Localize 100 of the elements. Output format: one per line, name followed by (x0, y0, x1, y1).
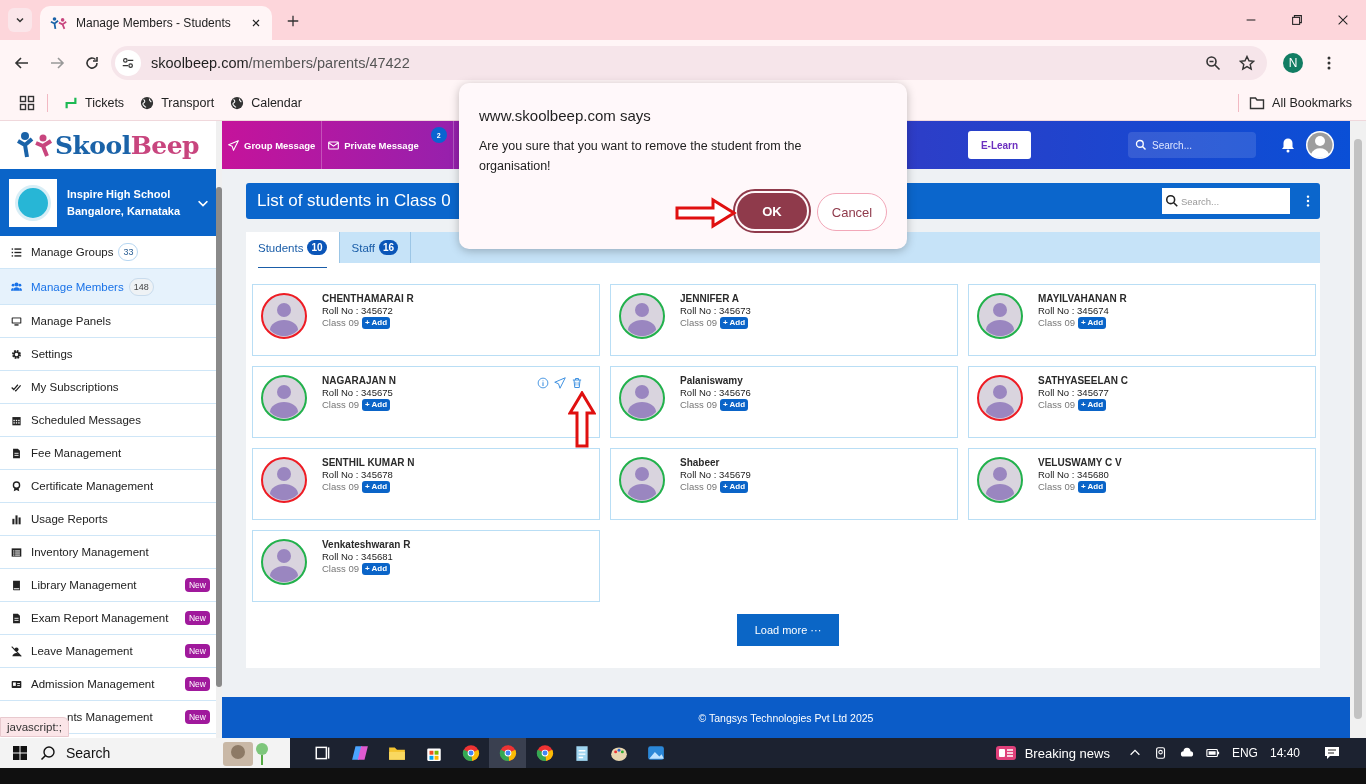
address-bar[interactable]: skoolbeep.com/members/parents/47422 (111, 46, 1268, 80)
roll-number: Roll No : 345680 (1038, 469, 1110, 480)
class-label: Class 09 (322, 316, 359, 329)
forward-icon[interactable] (49, 55, 65, 71)
footer-text: © Tangsys Technologies Pvt Ltd 2025 (222, 697, 1350, 738)
sidebar-item[interactable]: Manage Members 148 (0, 269, 216, 305)
dialog-message: Are you sure that you want to remove the student from the organisation! (479, 138, 803, 175)
more-icon[interactable] (1304, 194, 1312, 208)
document-icon (11, 612, 22, 624)
add-button[interactable]: + Add (361, 316, 391, 329)
status-tooltip: javascript:; (0, 717, 69, 737)
count-badge: 10 (307, 240, 327, 255)
add-button[interactable]: + Add (361, 480, 391, 493)
student-name: SATHYASEELAN C (1038, 375, 1128, 387)
bell-icon[interactable] (1280, 137, 1296, 153)
profile-avatar[interactable]: N (1283, 53, 1303, 73)
student-card[interactable]: Venkateshwaran R Roll No : 345681 Class 09 + Add (252, 530, 600, 602)
browser-tab[interactable]: Manage Members - Students (40, 6, 272, 40)
sidebar-item[interactable]: Admission Management New (0, 668, 216, 701)
news-icon (994, 745, 1017, 761)
tab[interactable]: Staff 16 (339, 232, 412, 263)
sidebar-item[interactable]: Library Management New (0, 569, 216, 602)
new-badge: New (185, 578, 210, 592)
add-button[interactable]: + Add (719, 398, 749, 411)
class-label: Class 09 (322, 398, 359, 411)
page-title: List of students in Class 0 (257, 191, 451, 211)
sidebar-item[interactable]: Leave Management New (0, 635, 216, 668)
add-button[interactable]: + Add (361, 398, 391, 411)
people-icon (11, 281, 22, 292)
folder-icon[interactable] (387, 744, 406, 762)
student-card[interactable]: JENNIFER A Roll No : 345673 Class 09 + Add (610, 284, 958, 356)
student-card[interactable]: VELUSWAMY C V Roll No : 345680 Class 09 + Add (968, 448, 1316, 520)
zoom-icon[interactable] (1205, 55, 1222, 71)
browser-icon[interactable] (498, 744, 517, 762)
star-icon[interactable] (1239, 55, 1256, 71)
class-label: Class 09 (322, 480, 359, 493)
browser-icon[interactable] (535, 744, 554, 762)
palette-icon[interactable] (609, 744, 628, 762)
camera-icon[interactable] (1153, 746, 1168, 760)
class-label: Class 09 (322, 562, 359, 575)
photos-icon[interactable] (646, 744, 665, 762)
trash-icon[interactable] (571, 377, 583, 389)
clock[interactable]: 14:40 (1269, 746, 1300, 760)
mail-icon (328, 139, 340, 151)
send-icon[interactable] (554, 377, 566, 389)
back-icon[interactable] (14, 55, 30, 71)
bookmark[interactable]: Calendar (230, 96, 302, 110)
logo-icon (50, 15, 68, 31)
close-icon[interactable] (250, 17, 262, 29)
add-button[interactable]: + Add (1077, 398, 1107, 411)
cloud-icon[interactable] (1179, 746, 1194, 760)
add-button[interactable]: + Add (719, 316, 749, 329)
student-name: JENNIFER A (680, 293, 741, 305)
news-widget[interactable]: Breaking news (994, 745, 1110, 761)
copilot-icon[interactable] (350, 744, 369, 762)
class-label: Class 09 (1038, 316, 1075, 329)
cancel-button[interactable]: Cancel (817, 193, 887, 231)
notification-icon[interactable] (1324, 745, 1340, 761)
bookmark[interactable]: Tickets (64, 96, 125, 110)
school-location: Bangalore, Karnataka (67, 203, 182, 219)
search-field[interactable]: Search... (1162, 188, 1290, 214)
student-card[interactable]: CHENTHAMARAI R Roll No : 345672 Class 09 + Add (252, 284, 600, 356)
student-card[interactable]: MAYILVAHANAN R Roll No : 345674 Class 09 + Add (968, 284, 1316, 356)
send-icon (228, 139, 239, 151)
student-card[interactable]: Palaniswamy Roll No : 345676 Class 09 + Add (610, 366, 958, 438)
e-learn-button[interactable]: E-Learn (968, 131, 1031, 159)
add-button[interactable]: + Add (361, 562, 391, 575)
student-card[interactable]: Shabeer Roll No : 345679 Class 09 + Add (610, 448, 958, 520)
avatar-icon[interactable] (1306, 131, 1334, 159)
add-button[interactable]: + Add (719, 480, 749, 493)
bar-chart-icon (11, 513, 22, 525)
student-name: SENTHIL KUMAR N (322, 457, 415, 469)
school-name: Inspire High School (67, 186, 172, 202)
student-name: Venkateshwaran R (322, 539, 411, 551)
browser-icon[interactable] (461, 744, 480, 762)
sidebar-item[interactable]: Exam Report Management New (0, 602, 216, 635)
student-card[interactable]: SATHYASEELAN C Roll No : 345677 Class 09 + Add (968, 366, 1316, 438)
scrollbar[interactable] (216, 121, 222, 738)
bookmark[interactable]: Transport (140, 96, 215, 110)
reload-icon[interactable] (84, 55, 100, 71)
nav-item[interactable]: Group Message (222, 121, 323, 169)
roll-number: Roll No : 345673 (680, 305, 751, 316)
language-indicator[interactable]: ENG (1231, 746, 1258, 760)
all-bookmarks[interactable]: All Bookmarks (1249, 95, 1352, 111)
tab-title: Manage Members - Students (76, 16, 232, 30)
new-badge: New (185, 677, 210, 691)
load-more-button[interactable]: Load more ··· (737, 614, 839, 646)
table-icon (11, 546, 22, 558)
plus-icon[interactable] (286, 14, 300, 28)
add-button[interactable]: + Add (1077, 480, 1107, 493)
class-label: Class 09 (1038, 398, 1075, 411)
apps-icon[interactable] (19, 95, 35, 111)
task-view-icon[interactable] (313, 744, 332, 762)
roll-number: Roll No : 345681 (322, 551, 394, 562)
student-card[interactable]: SENTHIL KUMAR N Roll No : 345678 Class 09 + Add (252, 448, 600, 520)
roll-number: Roll No : 345674 (1038, 305, 1110, 316)
roll-number: Roll No : 345678 (322, 469, 394, 480)
globe-icon (230, 96, 245, 110)
battery-icon[interactable] (1205, 746, 1220, 760)
add-button[interactable]: + Add (1077, 316, 1107, 329)
